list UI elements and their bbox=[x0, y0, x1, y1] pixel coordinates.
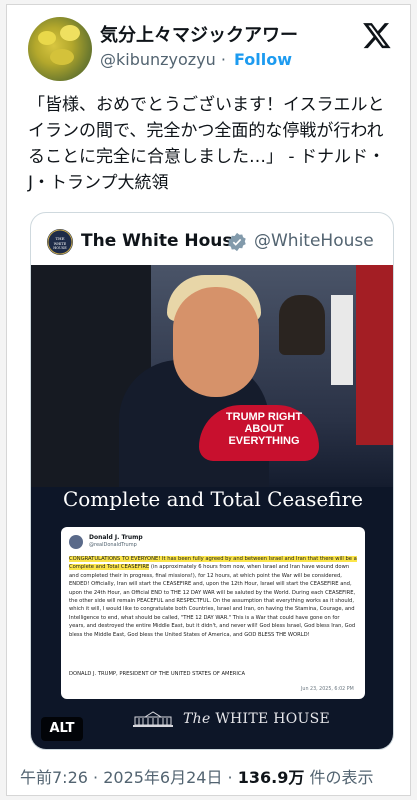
embedded-post-handle: @realDonaldTrump bbox=[89, 542, 137, 548]
wordmark-the: The bbox=[183, 711, 211, 727]
alt-text-button[interactable]: ALT bbox=[41, 717, 83, 741]
post-time[interactable]: 午前7:26 bbox=[20, 768, 88, 787]
post-date[interactable]: 2025年6月24日 bbox=[103, 768, 222, 787]
tweet-text: 「皆様、おめでとうございます！イスラエルとイランの間で、完全かつ全面的な停戦が行… bbox=[28, 95, 385, 193]
embedded-post-author: Donald J. Trump bbox=[89, 534, 143, 541]
user-avatar[interactable] bbox=[28, 17, 92, 81]
x-logo-icon[interactable] bbox=[362, 20, 392, 50]
handle-separator: · bbox=[220, 50, 226, 69]
embedded-post-body: CONGRATULATIONS TO EVERYONE! It has been… bbox=[69, 555, 357, 639]
tweet-metadata: 午前7:26 · 2025年6月24日 · 136.9万 件の表示 bbox=[20, 764, 373, 788]
white-house-building-icon bbox=[133, 711, 173, 727]
embedded-post-date: Jun 23, 2025, 6:02 PM bbox=[301, 687, 354, 692]
quoted-media-image[interactable]: TRUMP RIGHT ABOUT EVERYTHING Complete an… bbox=[31, 265, 393, 749]
meta-separator: · bbox=[222, 768, 238, 787]
embedded-post-avatar bbox=[69, 535, 83, 549]
white-house-wordmark: The WHITE HOUSE bbox=[183, 711, 330, 727]
wordmark-name: WHITE HOUSE bbox=[215, 711, 331, 727]
hat-text: TRUMP RIGHT ABOUT EVERYTHING bbox=[225, 411, 303, 447]
verified-badge-icon bbox=[228, 232, 246, 252]
embedded-post-card: Donald J. Trump @realDonaldTrump CONGRAT… bbox=[61, 527, 365, 699]
follow-button[interactable]: Follow bbox=[234, 50, 292, 69]
quoted-avatar[interactable]: THE WHITE HOUSE bbox=[47, 229, 73, 255]
photo-flag bbox=[331, 295, 353, 385]
user-display-name[interactable]: 気分上々マジックアワー bbox=[100, 21, 298, 47]
svg-text:HOUSE: HOUSE bbox=[53, 246, 67, 250]
quoted-tweet[interactable]: THE WHITE HOUSE The White House @WhiteHo… bbox=[30, 212, 394, 750]
svg-text:THE: THE bbox=[55, 236, 64, 241]
view-count-label: 件の表示 bbox=[304, 768, 374, 787]
photo-curtain bbox=[356, 265, 393, 445]
avatar-flower bbox=[60, 25, 80, 41]
media-title: Complete and Total Ceasefire bbox=[63, 487, 363, 511]
meta-separator: · bbox=[87, 768, 104, 787]
user-handle[interactable]: @kibunzyozyu · bbox=[100, 50, 226, 69]
photo-scene: TRUMP RIGHT ABOUT EVERYTHING bbox=[31, 265, 393, 487]
user-handle-text[interactable]: @kibunzyozyu bbox=[100, 50, 216, 69]
embedded-post-text: (in approximately 6 hours from now, when… bbox=[69, 564, 356, 638]
photo-head bbox=[173, 287, 259, 397]
avatar-flower bbox=[50, 49, 74, 65]
quoted-handle[interactable]: @WhiteHouse bbox=[254, 231, 374, 251]
avatar-flower bbox=[38, 31, 56, 45]
view-count: 136.9万 bbox=[237, 768, 305, 787]
quoted-display-name[interactable]: The White House bbox=[81, 231, 244, 251]
white-house-seal-icon: THE WHITE HOUSE bbox=[47, 229, 73, 255]
embedded-post-signature: DONALD J. TRUMP, PRESIDENT OF THE UNITED… bbox=[69, 671, 246, 677]
photo-statue bbox=[279, 295, 325, 355]
